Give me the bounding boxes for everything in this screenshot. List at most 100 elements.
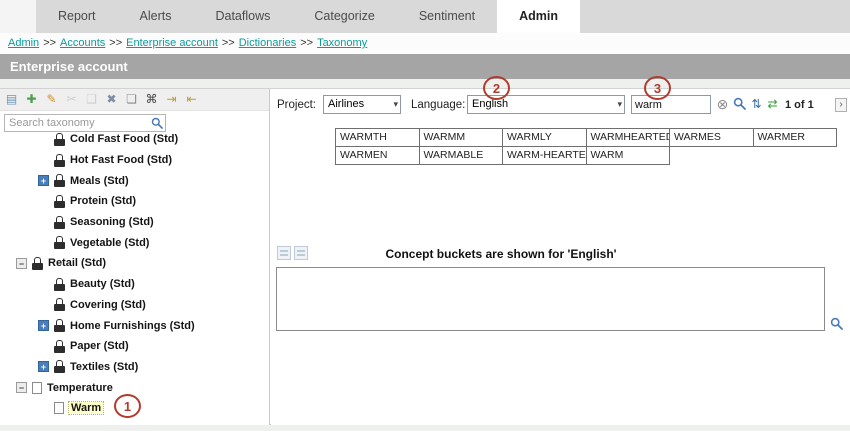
search-icon[interactable] — [732, 97, 747, 112]
tree-item-label: Covering (Std) — [70, 299, 146, 311]
tree-item-label: Cold Fast Food (Std) — [70, 133, 178, 145]
word-cell[interactable]: WARMEN — [335, 146, 420, 165]
pager-next-icon[interactable]: › — [835, 98, 847, 112]
word-cell[interactable]: WARM-HEARTED — [502, 146, 587, 165]
breadcrumb-separator: >> — [300, 37, 313, 49]
tree-item[interactable]: − Retail (Std) — [0, 253, 269, 274]
taxonomy-panel: ▤✚✎✂❑✖❏⌘⇥⇤ Cold Fast Food (Std) Hot Fast … — [0, 89, 270, 425]
dropdown-arrow-icon: ▾ — [617, 96, 622, 113]
lock-icon — [54, 360, 65, 373]
lock-icon — [54, 236, 65, 249]
cut-icon: ✂ — [63, 91, 80, 108]
tree-item[interactable]: + Home Furnishings (Std) — [0, 315, 269, 336]
word-cell[interactable]: WARMABLE — [419, 146, 504, 165]
word-cell[interactable]: WARMES — [669, 128, 754, 147]
concept-buckets-textarea[interactable] — [276, 267, 825, 331]
breadcrumb-link-admin[interactable]: Admin — [8, 37, 39, 49]
tree-item-label: Vegetable (Std) — [70, 237, 149, 249]
tree-item[interactable]: + Textiles (Std) — [0, 357, 269, 378]
word-cell[interactable]: WARM — [586, 146, 671, 165]
tab-sentiment[interactable]: Sentiment — [397, 0, 497, 33]
tab-report[interactable]: Report — [36, 0, 118, 33]
lock-icon — [54, 133, 65, 146]
concept-save-icon[interactable] — [277, 246, 291, 260]
tree-item[interactable]: Covering (Std) — [0, 295, 269, 316]
tree-minus-expander-icon[interactable]: − — [16, 382, 27, 393]
tree-item-label: Temperature — [47, 382, 113, 394]
project-label: Project: — [277, 95, 316, 115]
tree-item-label: Seasoning (Std) — [70, 216, 154, 228]
export-icon[interactable]: ⇤ — [183, 91, 200, 108]
delete-icon[interactable]: ✖ — [103, 91, 120, 108]
language-label: Language: — [411, 95, 465, 115]
project-select-value: Airlines — [328, 98, 364, 110]
tab-admin[interactable]: Admin — [497, 0, 580, 33]
term-controls: Project: Airlines ▾ Language: English ▾ … — [271, 95, 850, 115]
tree-item-label: Meals (Std) — [70, 175, 129, 187]
tree-item-label: Home Furnishings (Std) — [70, 320, 195, 332]
tree-minus-expander-icon[interactable]: − — [16, 258, 27, 269]
term-search-input[interactable] — [631, 95, 711, 114]
concept-copy-icon[interactable] — [294, 246, 308, 260]
tree-item-label: Retail (Std) — [48, 257, 106, 269]
clear-search-icon[interactable]: ⊗ — [715, 97, 730, 112]
sort-icon[interactable]: ⇅ — [749, 97, 764, 112]
tree-item-label: Textiles (Std) — [70, 361, 138, 373]
tree-item[interactable]: Seasoning (Std) — [0, 212, 269, 233]
tab-alerts[interactable]: Alerts — [118, 0, 194, 33]
tree-item[interactable]: Hot Fast Food (Std) — [0, 150, 269, 171]
breadcrumb-link-dictionaries[interactable]: Dictionaries — [239, 37, 296, 49]
tab-categorize[interactable]: Categorize — [292, 0, 396, 33]
annotation-circle-2: 2 — [483, 76, 510, 100]
hierarchy-icon[interactable]: ⌘ — [143, 91, 160, 108]
word-cell[interactable]: WARMER — [753, 128, 838, 147]
word-cell[interactable]: WARMTH — [335, 128, 420, 147]
tree-plus-expander-icon[interactable]: + — [38, 361, 49, 372]
lock-icon — [54, 174, 65, 187]
breadcrumb-link-enterprise-account[interactable]: Enterprise account — [126, 37, 218, 49]
word-row: WARMENWARMABLEWARM-HEARTEDWARM — [335, 146, 837, 165]
taxonomy-tree: Cold Fast Food (Std) Hot Fast Food (Std) +… — [0, 129, 269, 419]
word-row: WARMTHWARMMWARMLYWARMHEARTEDWARMESWARMER — [335, 128, 837, 147]
tab-dataflows[interactable]: Dataflows — [193, 0, 292, 33]
breadcrumb: Admin>>Accounts>>Enterprise account>>Dic… — [0, 33, 850, 54]
concept-search-icon[interactable] — [830, 317, 846, 333]
word-cell[interactable]: WARMM — [419, 128, 504, 147]
language-select-value: English — [472, 98, 508, 110]
tree-item[interactable]: + Meals (Std) — [0, 170, 269, 191]
term-panel: Project: Airlines ▾ Language: English ▾ … — [271, 89, 850, 425]
tree-item-label: Warm — [69, 402, 103, 414]
annotation-circle-3: 3 — [644, 76, 671, 100]
transfer-language-icon[interactable]: ⇄ — [765, 97, 780, 112]
import-icon[interactable]: ⇥ — [163, 91, 180, 108]
lock-icon — [54, 340, 65, 353]
tree-item[interactable]: Protein (Std) — [0, 191, 269, 212]
breadcrumb-separator: >> — [222, 37, 235, 49]
tree-item-label: Protein (Std) — [70, 195, 136, 207]
tree-item[interactable]: Paper (Std) — [0, 336, 269, 357]
tree-item[interactable]: Vegetable (Std) — [0, 232, 269, 253]
project-select[interactable]: Airlines ▾ — [323, 95, 401, 114]
annotation-circle-1: 1 — [114, 394, 141, 418]
lock-icon — [54, 278, 65, 291]
lock-icon — [54, 298, 65, 311]
edit-category-icon[interactable]: ✎ — [43, 91, 60, 108]
tree-item[interactable]: Cold Fast Food (Std) — [0, 129, 269, 150]
tree-plus-expander-icon[interactable]: + — [38, 320, 49, 331]
breadcrumb-link-accounts[interactable]: Accounts — [60, 37, 105, 49]
page: { "tabs": [ {"label": "Report", "active"… — [0, 0, 850, 431]
tree-item-label: Hot Fast Food (Std) — [70, 154, 172, 166]
lock-icon — [54, 195, 65, 208]
breadcrumb-link-taxonomy[interactable]: Taxonomy — [317, 37, 367, 49]
dropdown-arrow-icon: ▾ — [393, 96, 398, 113]
tree-item[interactable]: Beauty (Std) — [0, 274, 269, 295]
word-cell[interactable]: WARMLY — [502, 128, 587, 147]
page-title: Enterprise account — [0, 54, 850, 79]
main-content: ▤✚✎✂❑✖❏⌘⇥⇤ Cold Fast Food (Std) Hot Fast … — [0, 88, 850, 425]
tree-toolbar: ▤✚✎✂❑✖❏⌘⇥⇤ — [0, 89, 269, 111]
word-cell[interactable]: WARMHEARTED — [586, 128, 671, 147]
tree-plus-expander-icon[interactable]: + — [38, 175, 49, 186]
add-category-icon[interactable]: ✚ — [23, 91, 40, 108]
copy-icon[interactable]: ❏ — [123, 91, 140, 108]
grid-view-icon[interactable]: ▤ — [3, 91, 20, 108]
